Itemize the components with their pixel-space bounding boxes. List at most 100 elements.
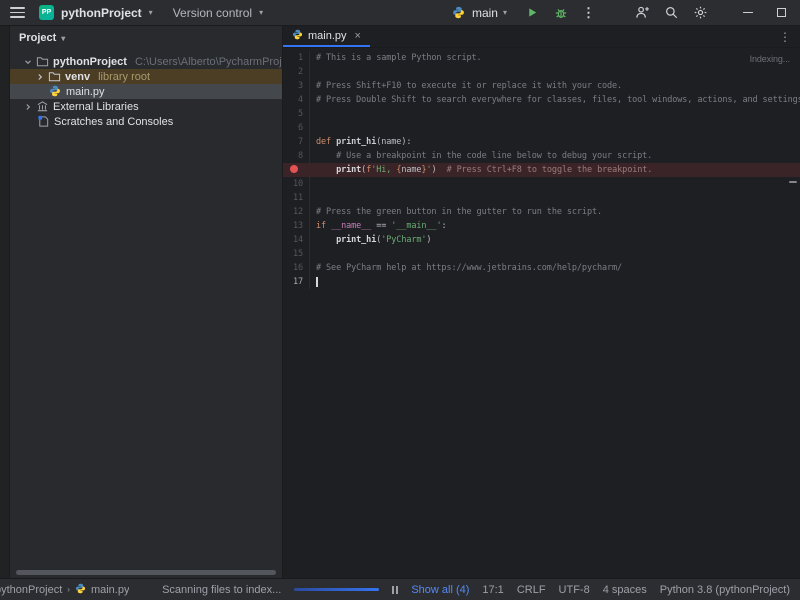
code-line-text[interactable]: # Use a breakpoint in the code line belo… [309, 149, 800, 163]
python-file-icon [292, 29, 303, 43]
vcs-widget[interactable]: Version control ▾ [153, 6, 263, 20]
code-line[interactable]: print(f'Hi, {name}') # Press Ctrl+F8 to … [283, 163, 800, 177]
project-panel-title: Project [19, 32, 56, 44]
code-line[interactable]: 11 [283, 191, 800, 205]
project-widget[interactable]: pythonProject ▾ [61, 6, 153, 20]
more-actions-icon[interactable]: ⋮ [582, 5, 595, 21]
settings-gear-icon[interactable] [692, 5, 708, 21]
code-line-text[interactable]: if __name__ == '__main__': [309, 219, 800, 233]
caret-position-widget[interactable]: 17:1 [482, 584, 503, 596]
project-horizontal-scrollbar[interactable] [16, 570, 276, 575]
line-number-gutter[interactable]: 4 [283, 95, 309, 105]
code-line-text[interactable]: # This is a sample Python script. [309, 51, 800, 65]
line-number-gutter[interactable]: 6 [283, 123, 309, 133]
line-number-gutter[interactable]: 12 [283, 207, 309, 217]
chevron-down-icon: ▾ [259, 8, 263, 17]
code-line-text[interactable]: def print_hi(name): [309, 135, 800, 149]
project-tool-window: Project ▾ pythonProject C:\Users\Alberto… [10, 26, 283, 578]
code-line-text[interactable]: # Press Double Shift to search everywher… [309, 93, 800, 107]
show-all-link[interactable]: Show all (4) [411, 584, 469, 596]
tree-item-python-project[interactable]: pythonProject C:\Users\Alberto\PycharmPr… [10, 54, 282, 69]
code-line[interactable]: 1# This is a sample Python script. [283, 51, 800, 65]
code-line[interactable]: 3# Press Shift+F10 to execute it or repl… [283, 79, 800, 93]
line-number-gutter[interactable]: 8 [283, 151, 309, 161]
tree-item-main-py[interactable]: main.py [10, 84, 282, 99]
project-widget-label: pythonProject [61, 6, 142, 20]
line-number-gutter[interactable]: 16 [283, 263, 309, 273]
interpreter-widget[interactable]: Python 3.8 (pythonProject) [660, 584, 790, 596]
code-line-text[interactable] [309, 247, 800, 261]
tree-item-scratches[interactable]: Scratches and Consoles [10, 114, 282, 129]
line-number-gutter[interactable]: 10 [283, 179, 309, 189]
debug-button[interactable] [553, 5, 569, 21]
user-add-button[interactable] [634, 5, 650, 21]
code-line[interactable]: 17 [283, 275, 800, 289]
library-icon [36, 100, 49, 113]
line-number-gutter[interactable]: 7 [283, 137, 309, 147]
run-configuration-selector[interactable]: main ▾ [451, 5, 507, 21]
chevron-collapsed-icon[interactable] [35, 73, 44, 81]
code-line-text[interactable] [309, 275, 800, 289]
code-line[interactable]: 7def print_hi(name): [283, 135, 800, 149]
pycharm-project-logo: PP [39, 5, 54, 20]
code-line[interactable]: 10 [283, 177, 800, 191]
breadcrumb-file[interactable]: main.py [91, 584, 130, 596]
tab-options-icon[interactable]: ⋮ [779, 30, 791, 44]
line-number-gutter[interactable]: 3 [283, 81, 309, 91]
code-line-text[interactable] [309, 65, 800, 79]
code-line-text[interactable] [309, 121, 800, 135]
code-line-text[interactable]: # See PyCharm help at https://www.jetbra… [309, 261, 800, 275]
line-number-gutter[interactable]: 2 [283, 67, 309, 77]
run-button[interactable] [524, 5, 540, 21]
tree-item-hint: library root [98, 71, 150, 83]
code-line-text[interactable]: print_hi('PyCharm') [309, 233, 800, 247]
breakpoint-icon[interactable] [290, 165, 298, 173]
code-line[interactable]: 15 [283, 247, 800, 261]
maximize-button[interactable] [777, 8, 786, 17]
code-line-text[interactable]: # Press Shift+F10 to execute it or repla… [309, 79, 800, 93]
tab-close-icon[interactable]: × [355, 30, 361, 42]
code-line-text[interactable] [309, 191, 800, 205]
pause-indexing-icon[interactable] [392, 586, 398, 594]
chevron-right-icon: › [67, 585, 70, 594]
encoding-widget[interactable]: UTF-8 [559, 584, 590, 596]
line-number-gutter[interactable]: 15 [283, 249, 309, 259]
tree-item-venv[interactable]: venv library root [10, 69, 282, 84]
code-line[interactable]: 2 [283, 65, 800, 79]
breakpoint-gutter[interactable] [283, 165, 309, 176]
code-line[interactable]: 5 [283, 107, 800, 121]
code-line[interactable]: 6 [283, 121, 800, 135]
code-line[interactable]: 4# Press Double Shift to search everywhe… [283, 93, 800, 107]
code-line[interactable]: 13if __name__ == '__main__': [283, 219, 800, 233]
code-line-text[interactable]: print(f'Hi, {name}') # Press Ctrl+F8 to … [309, 163, 800, 177]
code-line[interactable]: 16# See PyCharm help at https://www.jetb… [283, 261, 800, 275]
code-line-text[interactable] [309, 177, 800, 191]
indexing-status: Indexing... [750, 54, 790, 64]
line-number-gutter[interactable]: 11 [283, 193, 309, 203]
code-editor[interactable]: Indexing... 1# This is a sample Python s… [283, 48, 800, 578]
line-number-gutter[interactable]: 14 [283, 235, 309, 245]
python-file-icon [49, 85, 62, 98]
line-separator-widget[interactable]: CRLF [517, 584, 546, 596]
tool-window-stripe [0, 26, 10, 578]
line-number-gutter[interactable]: 1 [283, 53, 309, 63]
code-line[interactable]: 14 print_hi('PyCharm') [283, 233, 800, 247]
line-number-gutter[interactable]: 17 [283, 277, 309, 287]
line-number-gutter[interactable]: 5 [283, 109, 309, 119]
minimize-button[interactable] [743, 12, 753, 14]
chevron-expanded-icon[interactable] [23, 58, 32, 66]
project-panel-header[interactable]: Project ▾ [10, 26, 282, 50]
code-line[interactable]: 8 # Use a breakpoint in the code line be… [283, 149, 800, 163]
indent-widget[interactable]: 4 spaces [603, 584, 647, 596]
code-line-text[interactable]: # Press the green button in the gutter t… [309, 205, 800, 219]
line-number-gutter[interactable]: 13 [283, 221, 309, 231]
tab-main-py[interactable]: main.py × [283, 26, 370, 47]
tree-item-external-libraries[interactable]: External Libraries [10, 99, 282, 114]
code-line-text[interactable] [309, 107, 800, 121]
breadcrumb-project[interactable]: pythonProject [0, 584, 62, 596]
code-line[interactable]: 12# Press the green button in the gutter… [283, 205, 800, 219]
search-icon[interactable] [663, 5, 679, 21]
main-menu-icon[interactable] [10, 7, 25, 18]
chevron-collapsed-icon[interactable] [23, 103, 32, 111]
breadcrumb: pythonProject › main.py [0, 583, 129, 596]
